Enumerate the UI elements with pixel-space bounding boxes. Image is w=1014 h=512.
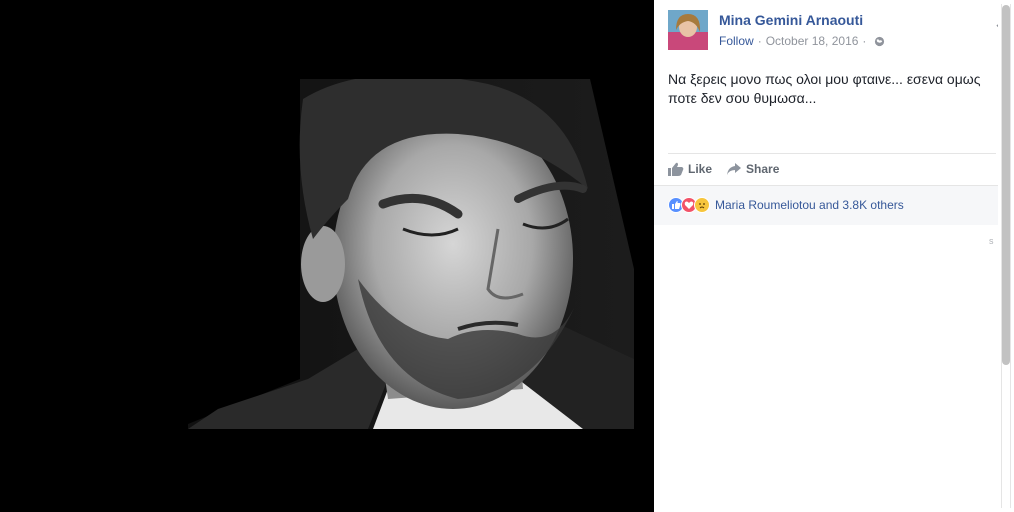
post-date[interactable]: October 18, 2016 [766, 34, 859, 48]
divider [668, 153, 996, 154]
thumbs-up-icon [668, 162, 684, 176]
globe-icon[interactable] [874, 36, 885, 47]
meta-separator: · [757, 34, 762, 48]
panel-scrollbar[interactable] [998, 0, 1014, 512]
photo-viewer-stage [0, 0, 654, 512]
reactions-text[interactable]: Maria Roumeliotou and 3.8K others [715, 198, 904, 212]
post-side-panel: Mina Gemini Arnaouti Follow · October 18… [654, 0, 1014, 512]
post-actions: Like Share [668, 160, 793, 178]
like-button[interactable]: Like [668, 162, 712, 176]
share-arrow-icon [727, 163, 742, 175]
post-meta: Follow · October 18, 2016 · [719, 34, 885, 48]
post-message: Να ξερεις μονο πως ολοι μου φταινε... εσ… [668, 71, 981, 106]
follow-link[interactable]: Follow [719, 34, 754, 48]
post-header: Mina Gemini Arnaouti Follow · October 18… [668, 10, 1008, 52]
portrait-image [188, 79, 634, 429]
author-avatar[interactable] [668, 10, 708, 50]
author-name[interactable]: Mina Gemini Arnaouti [719, 12, 863, 28]
scroll-thumb[interactable] [1002, 5, 1010, 365]
reactions-summary[interactable]: Maria Roumeliotou and 3.8K others [668, 197, 904, 213]
like-label: Like [688, 162, 713, 176]
comments-area [662, 228, 996, 512]
meta-separator-2: · [862, 34, 867, 48]
share-button[interactable]: Share [726, 162, 779, 176]
faint-text: s [989, 236, 994, 246]
share-label: Share [746, 162, 780, 176]
sad-reaction-icon [694, 197, 710, 213]
reactions-bar: Maria Roumeliotou and 3.8K others [654, 185, 1014, 225]
post-photo[interactable] [188, 79, 634, 429]
